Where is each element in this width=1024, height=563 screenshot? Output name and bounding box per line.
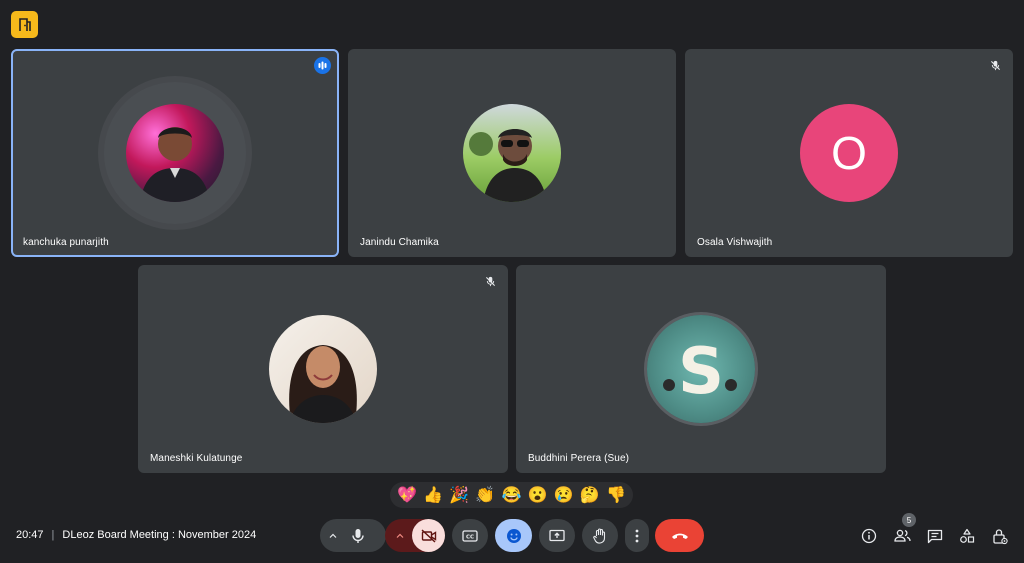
people-icon	[893, 529, 911, 542]
participant-name: Janindu Chamika	[360, 237, 439, 248]
reaction-surprised[interactable]: 😮	[528, 485, 548, 505]
meeting-time: 20:47	[16, 529, 44, 541]
meeting-details-button[interactable]	[860, 527, 878, 545]
participant-name: Osala Vishwajith	[697, 237, 773, 248]
avatar	[126, 104, 224, 202]
reaction-clap[interactable]: 👏	[475, 485, 495, 505]
people-button[interactable]	[893, 527, 911, 545]
emoji-icon	[506, 528, 521, 543]
reaction-laugh[interactable]: 😂	[501, 485, 522, 505]
avatar-initial: O	[800, 104, 898, 202]
chat-button[interactable]	[926, 527, 944, 545]
mic-off-icon	[482, 273, 498, 289]
door-icon	[18, 17, 31, 31]
videocam-off-icon[interactable]	[412, 519, 445, 552]
participant-tile-janindu[interactable]: Janindu Chamika	[348, 49, 676, 257]
people-count-badge: 5	[902, 513, 916, 527]
reaction-thinking[interactable]: 🤔	[580, 485, 600, 505]
chat-icon	[927, 529, 943, 543]
avatar	[463, 104, 561, 202]
closed-captions-icon: CC	[462, 529, 478, 542]
avatar-letter: S	[678, 335, 724, 409]
participant-name: Buddhini Perera (Sue)	[528, 453, 630, 464]
participant-tile-kanchuka[interactable]: kanchuka punarjith	[11, 49, 339, 257]
reaction-party[interactable]: 🎉	[449, 485, 469, 505]
participant-tile-maneshki[interactable]: Maneshki Kulatunge	[138, 265, 508, 473]
leave-call-button[interactable]	[655, 519, 704, 552]
participant-name: Maneshki Kulatunge	[150, 453, 243, 464]
more-vert-icon	[635, 529, 639, 542]
mic-icon[interactable]	[351, 528, 365, 544]
reaction-heart[interactable]: 💖	[397, 485, 417, 505]
chevron-up-icon	[329, 532, 337, 540]
present-button[interactable]	[539, 519, 575, 552]
info-icon	[861, 528, 877, 544]
speaking-indicator-icon	[314, 57, 331, 74]
captions-button[interactable]: CC	[452, 519, 488, 552]
avatar: S	[647, 315, 755, 423]
chevron-up-icon	[396, 532, 404, 540]
raise-hand-icon	[593, 527, 606, 543]
participant-tile-buddhini[interactable]: S Buddhini Perera (Sue)	[516, 265, 886, 473]
raise-hand-button[interactable]	[582, 519, 618, 552]
emoji-button[interactable]	[495, 519, 532, 552]
avatar	[269, 315, 377, 423]
participant-name: kanchuka punarjith	[23, 237, 109, 248]
reactions-bar: 💖 👍 🎉 👏 😂 😮 😢 🤔 👎	[390, 482, 633, 508]
reaction-thumbs-up[interactable]: 👍	[423, 485, 443, 505]
separator: |	[51, 529, 55, 541]
reaction-sad[interactable]: 😢	[554, 485, 574, 505]
activities-icon	[960, 528, 975, 543]
meeting-info: 20:47 | DLeoz Board Meeting : November 2…	[16, 529, 256, 541]
host-controls-button[interactable]	[991, 527, 1009, 545]
host-controls-lock-icon	[993, 528, 1008, 544]
present-screen-icon	[549, 529, 565, 541]
call-end-icon	[671, 533, 688, 539]
participant-tile-osala[interactable]: O Osala Vishwajith	[685, 49, 1013, 257]
app-logo[interactable]	[11, 11, 38, 38]
more-options-button[interactable]	[625, 519, 649, 552]
meeting-title: DLeoz Board Meeting : November 2024	[62, 529, 257, 541]
reaction-thumbs-down[interactable]: 👎	[606, 485, 626, 505]
video-settings-button[interactable]	[385, 519, 445, 552]
svg-text:CC: CC	[466, 534, 474, 540]
avatar-letter: O	[831, 127, 867, 179]
activities-button[interactable]	[958, 527, 976, 545]
audio-settings-button[interactable]	[320, 519, 386, 552]
mic-off-icon	[987, 57, 1003, 73]
